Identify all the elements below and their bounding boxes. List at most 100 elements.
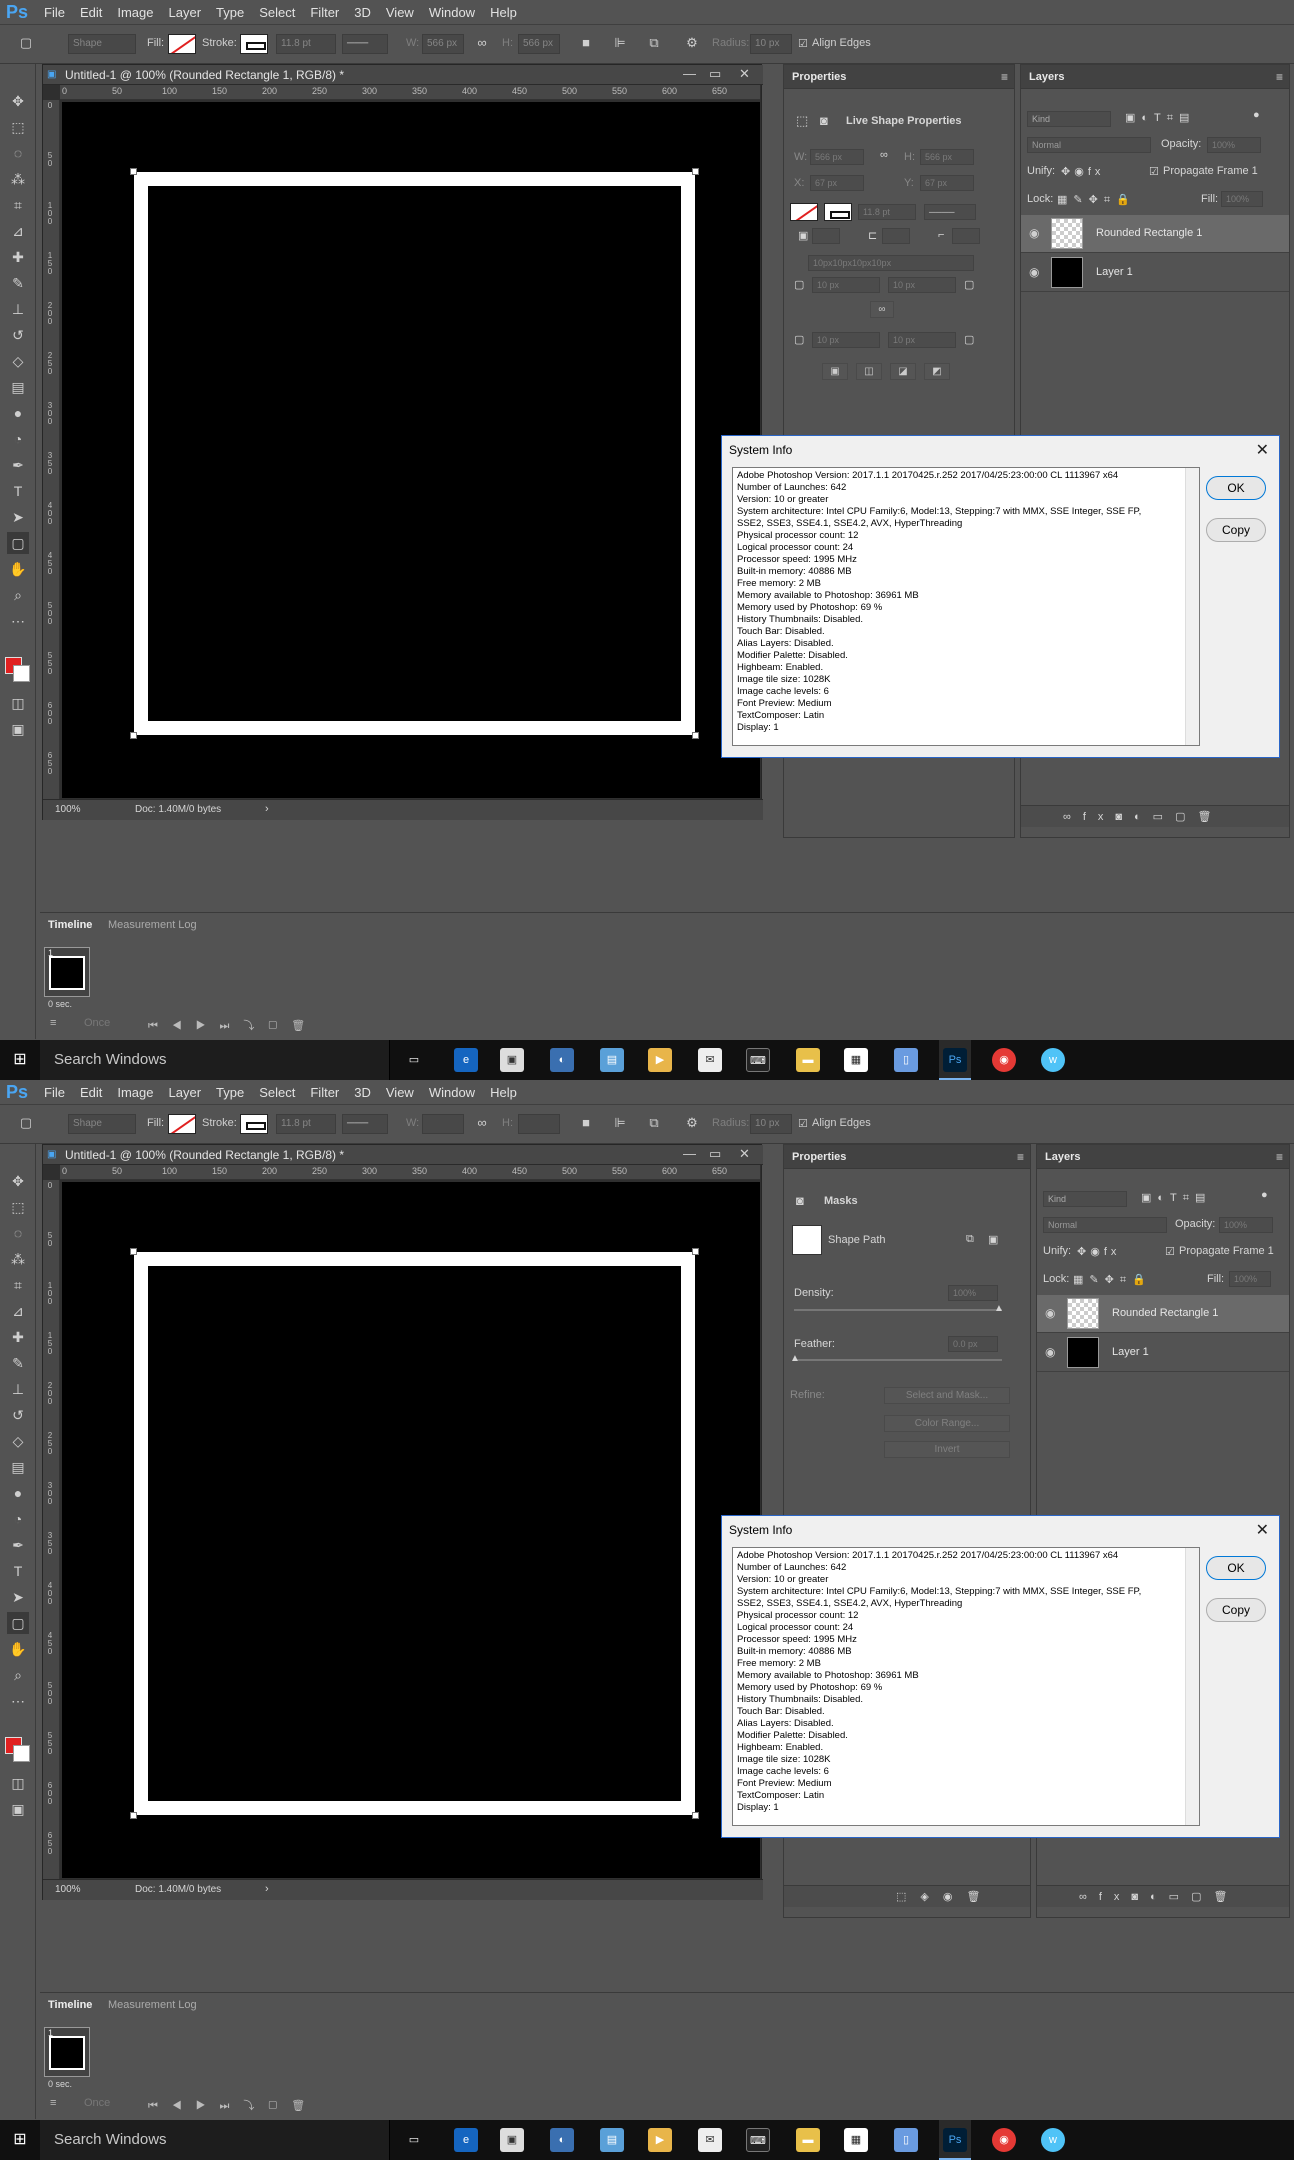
combine-shapes-icon[interactable]: ▣ xyxy=(822,363,848,380)
minimize-icon[interactable]: — xyxy=(683,1146,696,1161)
feather-field[interactable]: 0.0 px xyxy=(948,1336,998,1352)
filter-icons[interactable]: ▣◐T⌗▤ xyxy=(1125,111,1195,125)
store-icon[interactable]: ▣ xyxy=(500,2128,524,2152)
canvas[interactable] xyxy=(62,102,760,798)
eyedropper-icon[interactable]: ⊿ xyxy=(7,1300,29,1322)
stamp-tool-icon[interactable]: ⊥ xyxy=(7,298,29,320)
eraser-icon[interactable]: ◇ xyxy=(7,1430,29,1452)
menu-help[interactable]: Help xyxy=(490,5,517,20)
layers-title[interactable]: Layers xyxy=(1029,71,1064,83)
stroke-swatch[interactable] xyxy=(240,1114,268,1134)
path-arrange-icon[interactable]: ⧉ xyxy=(646,35,662,51)
loop-select[interactable]: Once xyxy=(84,2097,110,2109)
canvas[interactable] xyxy=(62,1182,760,1878)
more-tools-icon[interactable]: ⋯ xyxy=(7,610,29,632)
tool-mode-select[interactable]: Shape xyxy=(68,1114,136,1134)
anchor-point[interactable] xyxy=(130,168,137,175)
lock-icons[interactable]: ▦✎✥⌗🔒 xyxy=(1057,193,1136,207)
height-input[interactable]: 566 px xyxy=(518,34,560,54)
frame-delay[interactable]: 0 sec. xyxy=(48,999,72,1009)
media-icon[interactable]: ▶ xyxy=(648,1048,672,1072)
mail-icon[interactable]: ✉ xyxy=(698,2128,722,2152)
blend-mode-select[interactable]: Normal xyxy=(1043,1217,1167,1233)
vector-mask-thumbnail[interactable] xyxy=(792,1225,822,1255)
crop-tool-icon[interactable]: ⌗ xyxy=(7,194,29,216)
x-field[interactable]: 67 px xyxy=(810,175,864,191)
stroke-width-field[interactable]: 11.8 pt xyxy=(858,204,916,220)
zoom-level[interactable]: 100% xyxy=(55,1884,81,1895)
eraser-icon[interactable]: ◇ xyxy=(7,350,29,372)
notes-icon[interactable]: ▯ xyxy=(894,2128,918,2152)
anchor-point[interactable] xyxy=(692,1248,699,1255)
stroke-corners-icon[interactable]: ⌐ xyxy=(938,229,944,241)
lock-icons[interactable]: ▦✎✥⌗🔒 xyxy=(1073,1273,1152,1287)
stroke-type-select[interactable]: ──── xyxy=(924,204,976,220)
task-view-icon[interactable]: ▭ xyxy=(402,1048,426,1072)
anchor-point[interactable] xyxy=(130,732,137,739)
feather-slider-track[interactable] xyxy=(794,1359,1002,1361)
move-tool-icon[interactable]: ✥ xyxy=(7,90,29,112)
color-range-button[interactable]: Color Range... xyxy=(884,1415,1010,1432)
visibility-eye-icon[interactable]: ◉ xyxy=(1045,1345,1055,1359)
anchor-point[interactable] xyxy=(692,168,699,175)
gradient-tool-icon[interactable]: ▤ xyxy=(7,1456,29,1478)
add-pixel-mask-icon[interactable]: ⧉ xyxy=(966,1233,974,1246)
shape-tool-icon[interactable]: ▢ xyxy=(7,1612,29,1634)
zoom-tool-icon[interactable]: ⌕ xyxy=(7,1664,29,1686)
dodge-tool-icon[interactable]: ◔ xyxy=(7,1508,29,1530)
brush-tool-icon[interactable]: ✎ xyxy=(7,1352,29,1374)
stroke-caps-select[interactable] xyxy=(882,228,910,244)
history-brush-icon[interactable]: ↺ xyxy=(7,324,29,346)
layer-row[interactable]: ◉ Layer 1 xyxy=(1021,254,1289,292)
pen-tool-icon[interactable]: ✒ xyxy=(7,454,29,476)
lasso-tool-icon[interactable]: ◌ xyxy=(7,1222,29,1244)
brush-tool-icon[interactable]: ✎ xyxy=(7,272,29,294)
width-field[interactable]: 566 px xyxy=(810,149,864,165)
anchor-point[interactable] xyxy=(130,1248,137,1255)
app-w-icon[interactable]: w xyxy=(1041,1048,1065,1072)
gradient-tool-icon[interactable]: ▤ xyxy=(7,376,29,398)
path-align-icon[interactable]: ⊫ xyxy=(612,35,628,51)
history-brush-icon[interactable]: ↺ xyxy=(7,1404,29,1426)
rounded-rect-tool-icon[interactable]: ▢ xyxy=(18,35,34,51)
y-field[interactable]: 67 px xyxy=(920,175,974,191)
layer-filter-kind[interactable]: Kind xyxy=(1043,1191,1127,1207)
radius-tr-field[interactable]: 10 px xyxy=(888,277,956,293)
doc-info[interactable]: Doc: 1.40M/0 bytes xyxy=(135,1884,221,1895)
width-input[interactable] xyxy=(422,1114,464,1134)
radius-all-field[interactable]: 10px10px10px10px xyxy=(808,255,974,271)
terminal-icon[interactable]: ⌨ xyxy=(746,1048,770,1072)
loop-select[interactable]: Once xyxy=(84,1017,110,1029)
opacity-field[interactable]: 100% xyxy=(1219,1217,1273,1233)
feather-slider-thumb[interactable]: ▲ xyxy=(790,1353,800,1364)
rounded-rect-tool-icon[interactable]: ▢ xyxy=(18,1115,34,1131)
path-select-icon[interactable]: ➤ xyxy=(7,1586,29,1608)
menu-type[interactable]: Type xyxy=(216,1085,244,1100)
radius-input[interactable]: 10 px xyxy=(750,1114,792,1134)
doc-info[interactable]: Doc: 1.40M/0 bytes xyxy=(135,804,221,815)
stroke-align-icon[interactable]: ▣ xyxy=(798,229,808,242)
menu-type[interactable]: Type xyxy=(216,5,244,20)
menu-3d[interactable]: 3D xyxy=(354,1085,371,1100)
layer-row[interactable]: ◉ Rounded Rectangle 1 xyxy=(1021,215,1289,253)
fill-swatch[interactable] xyxy=(168,34,196,54)
radius-bl-field[interactable]: 10 px xyxy=(812,332,880,348)
anchor-point[interactable] xyxy=(692,732,699,739)
add-vector-mask-icon[interactable]: ▣ xyxy=(988,1233,998,1246)
density-slider-thumb[interactable]: ▲ xyxy=(994,1303,1004,1314)
shape-tool-icon[interactable]: ▢ xyxy=(7,532,29,554)
radius-input[interactable]: 10 px xyxy=(750,34,792,54)
align-edges-checkbox[interactable]: ☑ xyxy=(798,1117,808,1130)
path-align-icon[interactable]: ⊫ xyxy=(612,1115,628,1131)
chrome-icon[interactable]: ◉ xyxy=(992,1048,1016,1072)
app-icon[interactable]: ◐ xyxy=(550,2128,574,2152)
gear-icon[interactable]: ⚙ xyxy=(684,1115,700,1131)
more-tools-icon[interactable]: ⋯ xyxy=(7,1690,29,1712)
radius-br-field[interactable]: 10 px xyxy=(888,332,956,348)
layer-action-icons[interactable]: ∞fx◙◐▭▢🗑 xyxy=(1079,1890,1239,1903)
timeline-frame[interactable]: 1 xyxy=(44,2027,90,2077)
anchor-point[interactable] xyxy=(130,1812,137,1819)
calculator-icon[interactable]: ▦ xyxy=(844,2128,868,2152)
panel-menu-icon[interactable]: ≡ xyxy=(1017,1150,1024,1164)
edge-icon[interactable]: e xyxy=(454,2128,478,2152)
